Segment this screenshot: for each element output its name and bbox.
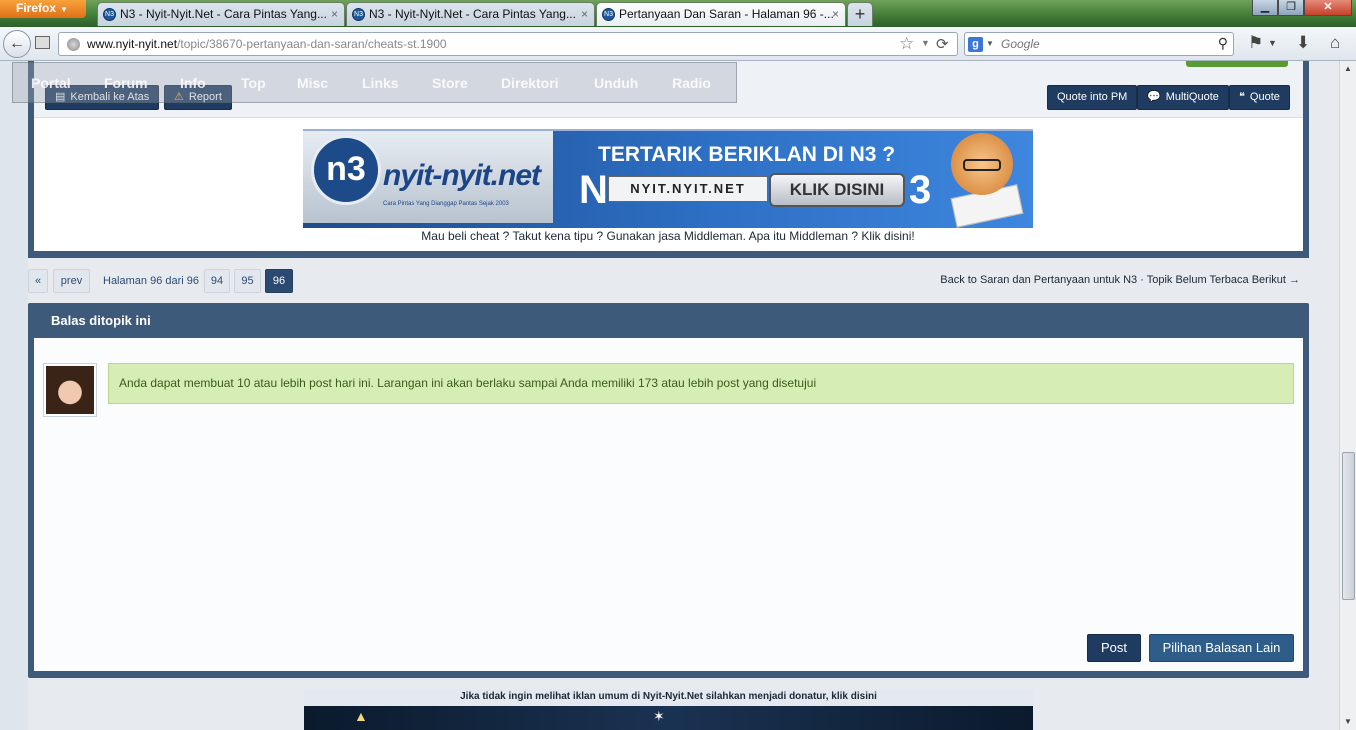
firefox-menu-button[interactable]: Firefox ▼	[0, 0, 86, 18]
post-button[interactable]: Post	[1087, 634, 1141, 662]
url-domain: www.nyit-nyit.net	[87, 37, 178, 51]
multiquote-button[interactable]: 💬 MultiQuote	[1137, 85, 1229, 110]
middleman-text: Mau beli cheat ? Takut kena tipu ? Gunak…	[421, 229, 862, 243]
nav-links[interactable]: Links	[362, 75, 399, 91]
back-arrow-icon[interactable]: ←	[3, 30, 31, 58]
banner-logo-subtitle: Cara Pintas Yang Dianggap Pantas Sejak 2…	[383, 201, 509, 207]
page-scrollbar[interactable]: ▲ ▼	[1339, 61, 1356, 730]
sparkle-icon: ▲	[354, 708, 368, 724]
tab-close-icon[interactable]: ×	[581, 7, 588, 21]
nav-misc[interactable]: Misc	[297, 75, 328, 91]
chevron-down-icon[interactable]: ▼	[921, 38, 930, 48]
tab-groups-icon[interactable]	[35, 36, 50, 49]
maximize-icon[interactable]: ❐	[1278, 0, 1304, 16]
next-unread-topic-link[interactable]: Topik Belum Terbaca Berikut →	[1147, 274, 1300, 286]
chevron-down-icon: ▼	[60, 5, 68, 14]
mascot-glasses-icon	[963, 159, 1001, 171]
n3-favicon-icon: N3	[352, 8, 365, 21]
bookmarks-menu-icon[interactable]: ⚑	[1248, 33, 1263, 53]
avatar-image	[46, 366, 94, 414]
scroll-down-icon[interactable]: ▼	[1340, 714, 1356, 730]
bookmark-star-icon[interactable]: ☆	[899, 34, 914, 54]
back-to-forum-link[interactable]: Back to Saran dan Pertanyaan untuk N3	[940, 274, 1137, 286]
pagination-page-96[interactable]: 96	[265, 269, 293, 293]
post-limit-notice: Anda dapat membuat 10 atau lebih post ha…	[108, 363, 1294, 404]
new-tab-button[interactable]: +	[847, 2, 873, 26]
tab-title: Pertanyaan Dan Saran - Halaman 96 -...	[619, 7, 834, 21]
pagination-first[interactable]: «	[28, 269, 48, 293]
nav-direktori[interactable]: Direktori	[501, 75, 559, 91]
globe-icon	[67, 38, 80, 51]
tab-close-icon[interactable]: ×	[832, 7, 839, 21]
n3-favicon-icon: N3	[103, 8, 116, 21]
chevron-down-icon[interactable]: ▼	[986, 39, 994, 48]
multiquote-icon: 💬	[1147, 91, 1161, 103]
reply-panel-title: Balas ditopik ini	[51, 313, 151, 328]
address-bar[interactable]: www.nyit-nyit.net/topic/38670-pertanyaan…	[58, 32, 958, 56]
browser-tab-3[interactable]: N3 Pertanyaan Dan Saran - Halaman 96 -..…	[596, 2, 846, 26]
nav-top[interactable]: Top	[241, 75, 266, 91]
nav-forum[interactable]: Forum	[104, 75, 148, 91]
tab-title: N3 - Nyit-Nyit.Net - Cara Pintas Yang...	[120, 7, 327, 21]
banner-address: NYIT.NYIT.NET	[608, 176, 768, 202]
nav-info[interactable]: Info	[180, 75, 206, 91]
n3-favicon-icon: N3	[602, 8, 615, 21]
search-bar[interactable]: g ▼ Google ⚲	[964, 32, 1234, 56]
topic-breadcrumb: Back to Saran dan Pertanyaan untuk N3 · …	[940, 274, 1300, 286]
browser-titlebar: Firefox ▼ N3 N3 - Nyit-Nyit.Net - Cara Pi…	[0, 0, 1356, 27]
banner-n-letter: N	[579, 168, 608, 212]
google-icon[interactable]: g	[968, 37, 983, 52]
search-icon[interactable]: ⚲	[1218, 35, 1228, 52]
pagination-prev[interactable]: prev	[53, 269, 90, 293]
browser-navbar: ← www.nyit-nyit.net/topic/38670-pertanya…	[0, 27, 1356, 61]
page-margin	[0, 61, 28, 730]
quote-button[interactable]: ❝ Quote	[1229, 85, 1290, 110]
site-nav-bar: Portal Forum Info Top Misc Links Store D…	[12, 62, 737, 103]
donate-notice[interactable]: Jika tidak ingin melihat iklan umum di N…	[304, 691, 1033, 702]
n3-logo-icon: n3	[311, 135, 381, 205]
breadcrumb-separator: ·	[1140, 274, 1144, 286]
quote-icon: ❝	[1239, 91, 1245, 103]
pagination-page-94[interactable]: 94	[204, 269, 230, 293]
nav-radio[interactable]: Radio	[672, 75, 711, 91]
more-reply-options-button[interactable]: Pilihan Balasan Lain	[1149, 634, 1294, 662]
multiquote-label: MultiQuote	[1165, 91, 1219, 103]
bottom-ad-image	[304, 706, 1033, 730]
green-action-button[interactable]	[1186, 61, 1288, 67]
banner-headline: TERTARIK BERIKLAN DI N3 ?	[598, 143, 896, 166]
chevron-down-icon[interactable]: ▼	[1268, 38, 1277, 48]
scrollbar-thumb[interactable]	[1342, 452, 1355, 600]
firefox-menu-label: Firefox	[16, 1, 57, 15]
tab-title: N3 - Nyit-Nyit.Net - Cara Pintas Yang...	[369, 7, 576, 21]
minimize-icon[interactable]: ▁	[1252, 0, 1278, 16]
avatar[interactable]	[43, 363, 97, 417]
scroll-up-icon[interactable]: ▲	[1340, 61, 1356, 77]
middleman-link[interactable]: Klik disini!	[861, 229, 914, 243]
quote-label: Quote	[1249, 91, 1280, 103]
pagination-page-95[interactable]: 95	[234, 269, 261, 293]
banner-cta-button[interactable]: KLIK DISINI	[769, 173, 905, 207]
advertise-banner[interactable]: n3 nyit-nyit.net Cara Pintas Yang Diangg…	[303, 129, 1033, 228]
close-window-icon[interactable]: ✕	[1304, 0, 1352, 16]
url-path: /topic/38670-pertanyaan-dan-saran/cheats…	[177, 37, 447, 51]
tab-close-icon[interactable]: ×	[331, 7, 338, 21]
nav-unduh[interactable]: Unduh	[594, 75, 638, 91]
search-input[interactable]: Google	[1001, 37, 1040, 51]
sparkle-icon: ✶	[653, 708, 665, 724]
banner-three: 3	[909, 168, 932, 212]
pagination-label: Halaman 96 dari 96	[103, 275, 200, 287]
middleman-notice: Mau beli cheat ? Takut kena tipu ? Gunak…	[303, 229, 1033, 243]
browser-tab-2[interactable]: N3 N3 - Nyit-Nyit.Net - Cara Pintas Yang…	[346, 2, 595, 26]
home-icon[interactable]: ⌂	[1330, 33, 1340, 53]
reload-icon[interactable]: ⟳	[936, 35, 949, 53]
browser-tab-1[interactable]: N3 N3 - Nyit-Nyit.Net - Cara Pintas Yang…	[97, 2, 345, 26]
quote-into-pm-button[interactable]: Quote into PM	[1047, 85, 1138, 110]
download-icon[interactable]: ⬇	[1296, 33, 1310, 53]
banner-logo-text: nyit-nyit.net	[383, 159, 541, 192]
bottom-ad[interactable]: Jika tidak ingin melihat iklan umum di N…	[304, 689, 1033, 730]
nav-portal[interactable]: Portal	[31, 75, 71, 91]
url-text[interactable]: www.nyit-nyit.net/topic/38670-pertanyaan…	[87, 37, 447, 51]
nav-store[interactable]: Store	[432, 75, 468, 91]
